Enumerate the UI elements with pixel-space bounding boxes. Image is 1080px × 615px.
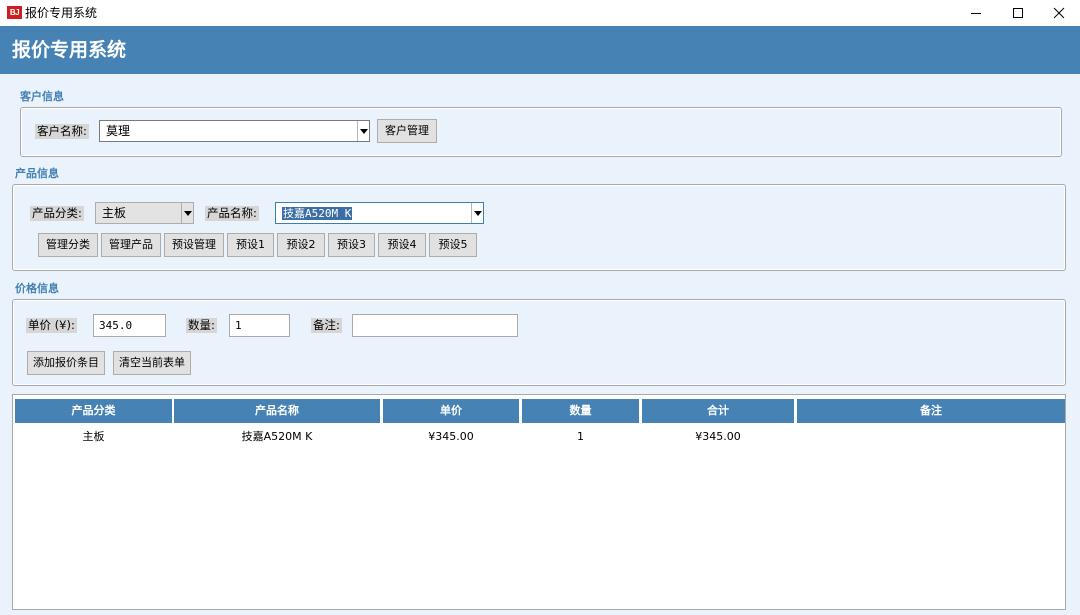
customer-name-combo[interactable]: 莫理 bbox=[99, 120, 370, 142]
cell-category: 主板 bbox=[82, 430, 105, 443]
unit-price-label: 单价 (¥): bbox=[26, 318, 77, 333]
preset-3-button[interactable]: 预设3 bbox=[328, 233, 375, 257]
product-category-label: 产品分类: bbox=[30, 206, 84, 221]
maximize-button[interactable] bbox=[998, 0, 1038, 26]
column-header-category[interactable]: 产品分类 bbox=[15, 399, 172, 423]
note-label: 备注: bbox=[311, 318, 342, 333]
column-header-total[interactable]: 合计 bbox=[642, 399, 794, 423]
customer-name-label: 客户名称: bbox=[35, 124, 89, 139]
add-quote-item-button[interactable]: 添加报价条目 bbox=[27, 351, 105, 375]
clear-form-button[interactable]: 清空当前表单 bbox=[113, 351, 191, 375]
note-input[interactable] bbox=[352, 314, 518, 337]
product-category-combo[interactable]: 主板 bbox=[95, 202, 194, 224]
product-category-value: 主板 bbox=[102, 206, 127, 220]
manage-category-button[interactable]: 管理分类 bbox=[38, 233, 98, 257]
customer-name-value: 莫理 bbox=[106, 124, 131, 138]
column-header-note[interactable]: 备注 bbox=[797, 399, 1065, 423]
column-header-quantity[interactable]: 数量 bbox=[522, 399, 639, 423]
header-banner: 报价专用系统 bbox=[0, 26, 1080, 74]
cell-quantity: 1 bbox=[577, 430, 584, 443]
column-header-product-name[interactable]: 产品名称 bbox=[174, 399, 380, 423]
product-name-label: 产品名称: bbox=[205, 206, 259, 221]
chevron-down-icon[interactable] bbox=[471, 203, 483, 223]
price-section-label: 价格信息 bbox=[15, 282, 59, 295]
app-title: 报价专用系统 bbox=[12, 39, 127, 61]
product-panel bbox=[12, 184, 1066, 271]
cell-total: ¥345.00 bbox=[695, 430, 741, 443]
window-title: 报价专用系统 bbox=[25, 6, 98, 20]
chevron-down-icon[interactable] bbox=[357, 121, 369, 141]
app-logo-icon: BJ bbox=[7, 6, 22, 19]
maximize-icon bbox=[1013, 8, 1023, 18]
close-icon bbox=[1053, 7, 1065, 19]
preset-2-button[interactable]: 预设2 bbox=[277, 233, 325, 257]
unit-price-input[interactable]: 345.0 bbox=[93, 314, 166, 337]
product-section-label: 产品信息 bbox=[15, 167, 59, 180]
preset-5-button[interactable]: 预设5 bbox=[429, 233, 477, 257]
window-titlebar: BJ 报价专用系统 bbox=[0, 0, 1080, 26]
cell-product-name: 技嘉A520M K bbox=[241, 430, 313, 443]
chevron-down-icon[interactable] bbox=[181, 203, 193, 223]
product-name-value: 技嘉A520M K bbox=[282, 207, 353, 220]
quote-table[interactable]: 产品分类 产品名称 单价 数量 合计 备注 主板 技嘉A520M K ¥345.… bbox=[12, 394, 1066, 610]
customer-section-label: 客户信息 bbox=[20, 90, 64, 103]
cell-unit-price: ¥345.00 bbox=[428, 430, 474, 443]
preset-manage-button[interactable]: 预设管理 bbox=[164, 233, 224, 257]
minimize-button[interactable] bbox=[956, 0, 996, 26]
minimize-icon bbox=[971, 13, 981, 14]
customer-manage-button[interactable]: 客户管理 bbox=[377, 119, 437, 143]
manage-product-button[interactable]: 管理产品 bbox=[101, 233, 161, 257]
product-name-combo[interactable]: 技嘉A520M K bbox=[275, 202, 484, 224]
quantity-label: 数量: bbox=[186, 318, 217, 333]
preset-1-button[interactable]: 预设1 bbox=[227, 233, 274, 257]
column-header-unit-price[interactable]: 单价 bbox=[383, 399, 519, 423]
quantity-input[interactable]: 1 bbox=[229, 314, 290, 337]
preset-4-button[interactable]: 预设4 bbox=[378, 233, 426, 257]
close-button[interactable] bbox=[1039, 0, 1079, 26]
